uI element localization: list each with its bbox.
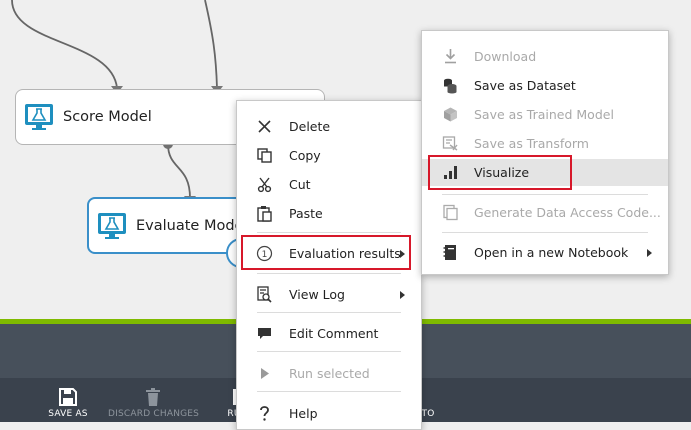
flask-icon	[25, 104, 53, 130]
trained-model-icon	[444, 107, 457, 122]
menu-separator	[257, 232, 401, 233]
transform-icon	[442, 136, 458, 151]
discard-changes-label: DISCARD CHANGES	[108, 409, 200, 419]
menu-item-copy[interactable]: Copy	[237, 142, 421, 169]
submenu-item-save-as-trained-model[interactable]: Save as Trained Model	[422, 101, 668, 128]
menu-item-paste[interactable]: Paste	[237, 200, 421, 227]
save-as-button[interactable]: SAVE AS	[46, 386, 90, 419]
menu-separator	[257, 391, 401, 392]
context-menu: Delete Copy Cut Paste 1 Evaluation resul…	[236, 100, 422, 430]
log-icon	[257, 286, 272, 303]
close-icon	[258, 120, 271, 133]
submenu-item-save-as-transform[interactable]: Save as Transform	[422, 130, 668, 157]
highlight-visualize	[428, 155, 572, 190]
menu-item-view-log[interactable]: View Log	[237, 281, 421, 308]
comment-icon	[258, 328, 271, 339]
connector-score-to-evaluate	[167, 143, 191, 199]
chevron-right-icon	[647, 249, 652, 257]
paste-icon	[257, 206, 272, 222]
question-icon	[260, 406, 269, 421]
submenu-item-open-in-notebook[interactable]: Open in a new Notebook	[422, 239, 668, 266]
connector-left	[11, 0, 118, 89]
flask-icon	[98, 212, 126, 239]
scissors-icon	[257, 177, 272, 193]
menu-item-cut[interactable]: Cut	[237, 171, 421, 198]
save-icon	[59, 388, 77, 406]
evaluate-model-label: Evaluate Model	[136, 217, 248, 234]
menu-separator	[257, 312, 401, 313]
code-icon	[443, 204, 458, 221]
chevron-right-icon	[400, 291, 405, 299]
menu-separator	[257, 351, 401, 352]
play-icon	[261, 368, 269, 379]
menu-item-edit-comment[interactable]: Edit Comment	[237, 320, 421, 347]
menu-separator	[442, 232, 648, 233]
download-icon	[445, 49, 456, 64]
copy-icon	[257, 148, 272, 163]
notebook-icon	[443, 245, 456, 260]
submenu-item-save-as-dataset[interactable]: Save as Dataset	[422, 72, 668, 99]
submenu-item-generate-data-access-code[interactable]: Generate Data Access Code...	[422, 199, 668, 226]
score-model-label: Score Model	[63, 109, 152, 125]
menu-separator	[442, 194, 648, 195]
highlight-evaluation-results	[241, 235, 411, 270]
save-as-label: SAVE AS	[48, 409, 88, 419]
menu-separator	[257, 273, 401, 274]
connector-right	[204, 0, 218, 89]
evaluation-results-submenu: Download Save as Dataset Save as Trained…	[421, 30, 669, 275]
menu-item-help[interactable]: Help	[237, 400, 421, 427]
menu-item-delete[interactable]: Delete	[237, 113, 421, 140]
discard-changes-button[interactable]: DISCARD CHANGES	[108, 386, 200, 419]
dataset-icon	[444, 78, 457, 94]
menu-item-run-selected[interactable]: Run selected	[237, 360, 421, 387]
trash-icon	[146, 388, 160, 406]
submenu-item-download[interactable]: Download	[422, 43, 668, 70]
